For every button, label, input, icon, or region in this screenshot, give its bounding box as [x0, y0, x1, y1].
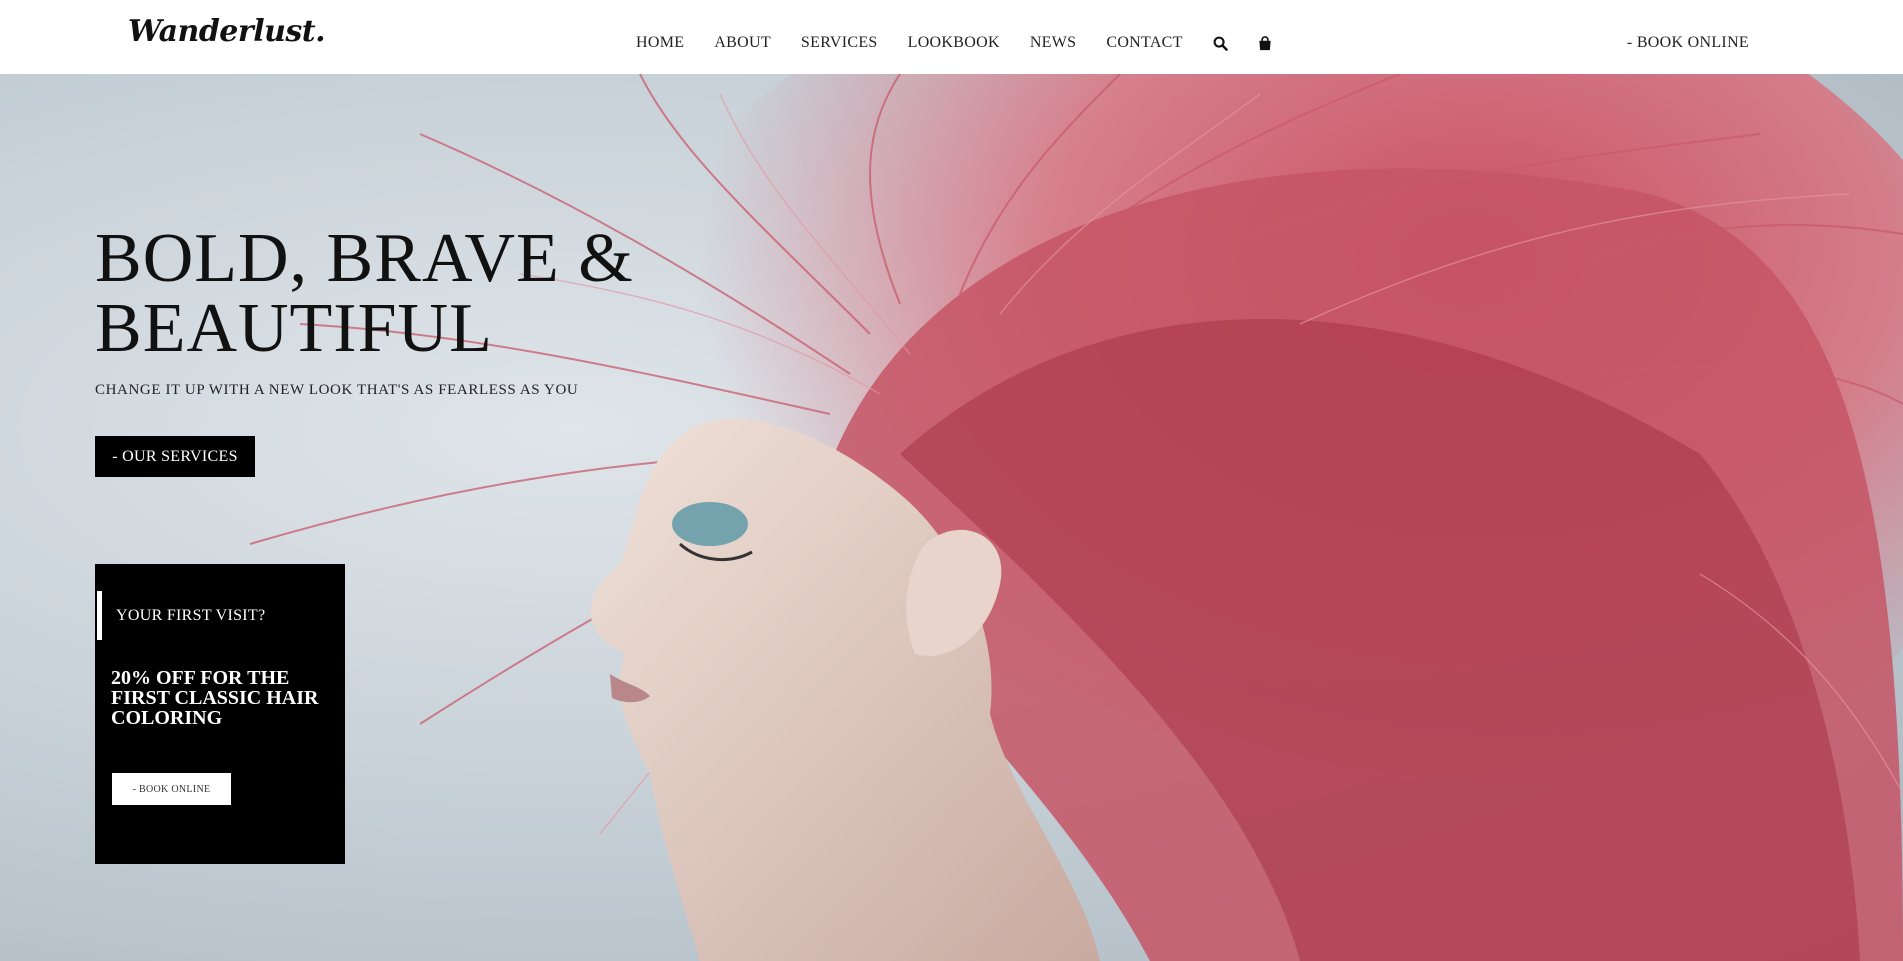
- hero-title: BOLD, BRAVE & BEAUTIFUL: [95, 224, 735, 364]
- nav-item-about[interactable]: ABOUT: [714, 34, 771, 52]
- promo-book-online-button[interactable]: - BOOK ONLINE: [112, 773, 231, 805]
- nav-item-home[interactable]: HOME: [636, 34, 684, 52]
- search-icon[interactable]: [1213, 35, 1229, 51]
- hero-section: BOLD, BRAVE & BEAUTIFUL CHANGE IT UP WIT…: [0, 74, 1903, 961]
- promo-card: YOUR FIRST VISIT? 20% OFF FOR THE FIRST …: [95, 564, 345, 864]
- site-logo[interactable]: Wanderlust.: [128, 14, 326, 49]
- shopping-bag-icon[interactable]: [1257, 35, 1273, 51]
- hero-title-line-2: BEAUTIFUL: [95, 290, 493, 367]
- promo-accent-bar: [97, 591, 102, 640]
- nav-item-services[interactable]: SERVICES: [801, 34, 878, 52]
- promo-offer: 20% OFF FOR THE FIRST CLASSIC HAIR COLOR…: [111, 667, 319, 729]
- hero-subtitle: CHANGE IT UP WITH A NEW LOOK THAT'S AS F…: [95, 382, 579, 398]
- hero-title-line-1: BOLD, BRAVE &: [95, 220, 634, 297]
- our-services-button[interactable]: - OUR SERVICES: [95, 436, 255, 477]
- nav-item-news[interactable]: NEWS: [1030, 34, 1077, 52]
- nav-item-contact[interactable]: CONTACT: [1106, 34, 1182, 52]
- site-header: Wanderlust. HOME ABOUT SERVICES LOOKBOOK…: [0, 0, 1903, 74]
- nav-item-lookbook[interactable]: LOOKBOOK: [908, 34, 1000, 52]
- main-nav: HOME ABOUT SERVICES LOOKBOOK NEWS CONTAC…: [636, 34, 1301, 52]
- promo-kicker: YOUR FIRST VISIT?: [116, 607, 266, 624]
- book-online-link[interactable]: - BOOK ONLINE: [1627, 34, 1749, 52]
